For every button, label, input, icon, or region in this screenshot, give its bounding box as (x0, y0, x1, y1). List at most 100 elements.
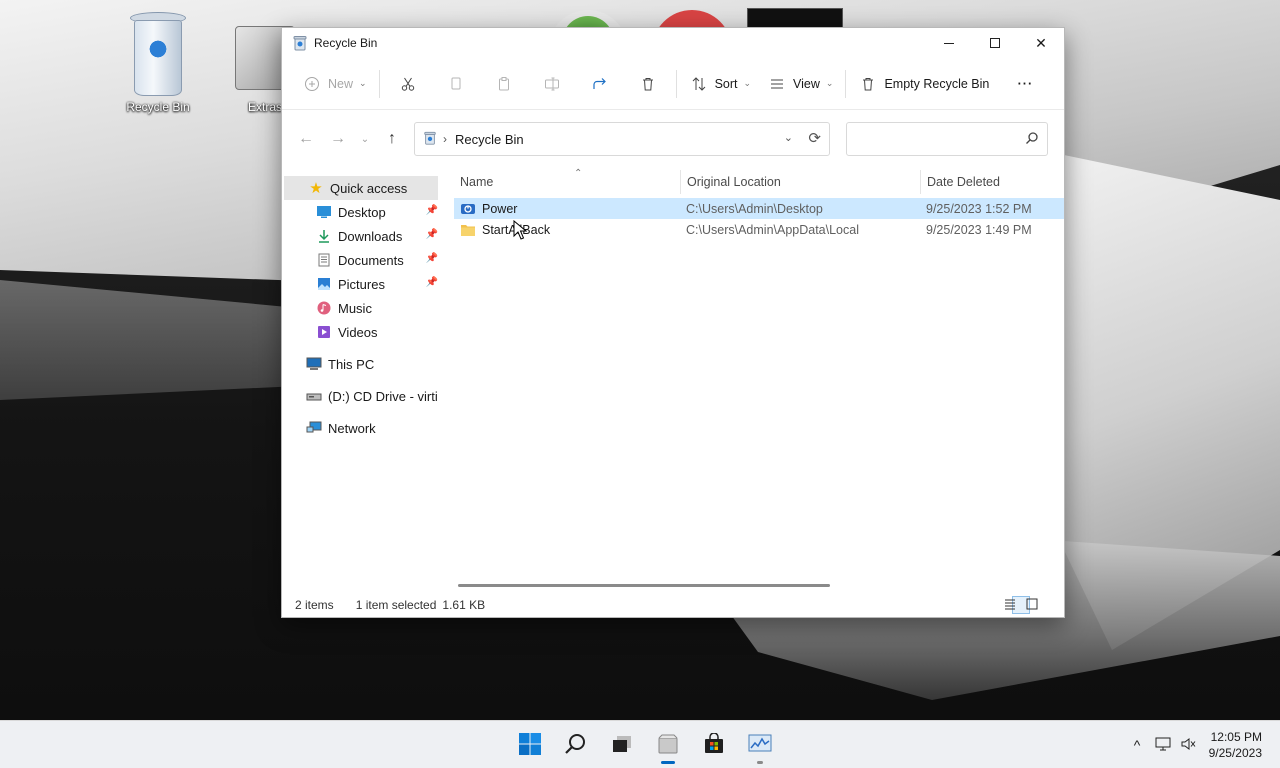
nav-item-videos[interactable]: Videos (282, 320, 442, 344)
minimize-button[interactable] (926, 28, 972, 58)
column-header-original-location[interactable]: Original Location (680, 170, 920, 194)
nav-item-label: This PC (328, 356, 375, 372)
horizontal-scrollbar[interactable] (458, 584, 830, 587)
network-tray-button[interactable] (1150, 732, 1176, 758)
rename-icon (542, 74, 562, 94)
pin-icon[interactable]: 📌 (426, 205, 438, 216)
recent-locations-button[interactable]: ⌄ (354, 123, 376, 155)
file-original-location: C:\Users\Admin\Desktop (686, 201, 823, 216)
volume-tray-button[interactable] (1176, 732, 1202, 758)
nav-item-cd-drive[interactable]: (D:) CD Drive - virti (282, 384, 442, 408)
large-icons-view-button[interactable] (1026, 596, 1052, 614)
chevron-down-icon: ⌄ (743, 78, 752, 88)
chevron-down-icon: ⌄ (360, 133, 370, 145)
recycle-bin-icon (122, 6, 194, 96)
video-icon (316, 324, 332, 340)
nav-item-this-pc[interactable]: This PC (282, 352, 442, 376)
chevron-down-icon: ⌄ (359, 78, 367, 88)
navigation-pane: ★ Quick access Desktop 📌 Downloads 📌 Doc… (282, 168, 442, 593)
pin-icon[interactable]: 📌 (426, 277, 438, 288)
address-bar[interactable]: › Recycle Bin ⌄ ⟳ (414, 122, 830, 156)
file-date-deleted: 9/25/2023 1:52 PM (926, 201, 1032, 216)
share-button[interactable] (576, 68, 624, 100)
breadcrumb-separator-icon: › (443, 132, 447, 146)
nav-item-pictures[interactable]: Pictures 📌 (282, 272, 442, 296)
sort-ascending-icon: ⌃ (574, 168, 583, 179)
file-date-deleted: 9/25/2023 1:49 PM (926, 222, 1032, 237)
search-box[interactable] (846, 122, 1048, 156)
view-label: View (793, 76, 820, 91)
pin-icon[interactable]: 📌 (426, 229, 438, 240)
breadcrumb-recycle-bin[interactable]: Recycle Bin (455, 132, 524, 147)
star-icon: ★ (309, 180, 323, 197)
nav-item-desktop[interactable]: Desktop 📌 (282, 200, 442, 224)
system-monitor-button[interactable] (739, 725, 781, 765)
store-button[interactable] (693, 725, 735, 765)
new-button[interactable]: New ⌄ (294, 68, 375, 100)
file-name: Power (482, 201, 518, 216)
folder-icon (460, 223, 476, 237)
rename-button[interactable] (528, 68, 576, 100)
window-controls: ✕ (926, 28, 1064, 58)
search-input[interactable] (847, 123, 1017, 155)
large-icons-view-icon (1026, 598, 1038, 613)
close-icon: ✕ (1035, 34, 1047, 51)
recycle-bin-icon (292, 35, 308, 51)
sort-icon (689, 74, 709, 94)
share-icon (590, 74, 610, 94)
arrow-up-icon: ↑ (388, 130, 396, 147)
pin-icon[interactable]: 📌 (426, 253, 438, 264)
refresh-icon[interactable]: ⟳ (808, 129, 821, 147)
nav-item-network[interactable]: Network (282, 416, 442, 440)
desktop-icon-recycle-bin[interactable]: Recycle Bin (118, 6, 198, 114)
forward-button[interactable]: → (322, 123, 354, 155)
column-header-date-deleted[interactable]: Date Deleted (920, 170, 1060, 194)
empty-recycle-bin-label: Empty Recycle Bin (884, 76, 990, 91)
status-selection: 1 item selected (355, 598, 437, 612)
file-explorer-taskbar-button[interactable] (647, 725, 689, 765)
chart-app-icon (748, 733, 772, 758)
more-options-button[interactable]: ··· (1001, 68, 1049, 100)
title-bar[interactable]: Recycle Bin ✕ (282, 28, 1064, 58)
chevron-down-icon: ⌄ (825, 78, 834, 88)
scissors-icon (398, 74, 418, 94)
clipboard-icon (494, 74, 514, 94)
table-row[interactable]: StartAllBack C:\Users\Admin\AppData\Loca… (454, 219, 1064, 240)
clock[interactable]: 12:05 PM 9/25/2023 (1202, 729, 1280, 761)
sort-button[interactable]: Sort ⌄ (681, 68, 759, 100)
file-explorer-icon (656, 732, 680, 759)
clock-time: 12:05 PM (1210, 730, 1262, 744)
maximize-button[interactable] (972, 28, 1018, 58)
start-button[interactable] (509, 725, 551, 765)
content-area: ★ Quick access Desktop 📌 Downloads 📌 Doc… (282, 168, 1064, 593)
task-view-button[interactable] (601, 725, 643, 765)
copy-button[interactable] (432, 68, 480, 100)
nav-item-downloads[interactable]: Downloads 📌 (282, 224, 442, 248)
power-file-icon (460, 202, 476, 216)
computer-icon (306, 356, 322, 372)
address-dropdown-icon[interactable]: ⌄ (784, 131, 793, 144)
table-row[interactable]: Power C:\Users\Admin\Desktop 9/25/2023 1… (454, 198, 1064, 219)
close-button[interactable]: ✕ (1018, 28, 1064, 58)
show-hidden-icons-button[interactable]: ^ (1124, 732, 1150, 758)
nav-item-documents[interactable]: Documents 📌 (282, 248, 442, 272)
system-tray: ^ 12:05 PM 9/25/2023 (1124, 721, 1280, 768)
delete-button[interactable] (624, 68, 672, 100)
file-explorer-window: Recycle Bin ✕ New ⌄ Sort ⌄ View ⌄ Empty … (281, 27, 1065, 618)
nav-item-music[interactable]: Music (282, 296, 442, 320)
cut-button[interactable] (384, 68, 432, 100)
up-button[interactable]: ↑ (376, 123, 408, 155)
search-icon (564, 732, 588, 759)
column-header-name[interactable]: Name (454, 170, 680, 194)
copy-icon (446, 74, 466, 94)
paste-button[interactable] (480, 68, 528, 100)
view-button[interactable]: View ⌄ (759, 68, 841, 100)
empty-recycle-bin-button[interactable]: Empty Recycle Bin (850, 68, 997, 100)
chevron-up-icon: ^ (1133, 737, 1141, 753)
back-button[interactable]: ← (290, 123, 322, 155)
status-selection-size: 1.61 KB (442, 598, 486, 612)
file-list: ⌃ Name Original Location Date Deleted Po… (442, 168, 1064, 593)
nav-item-quick-access[interactable]: ★ Quick access (284, 176, 438, 200)
search-button[interactable] (555, 725, 597, 765)
window-title: Recycle Bin (314, 36, 378, 50)
